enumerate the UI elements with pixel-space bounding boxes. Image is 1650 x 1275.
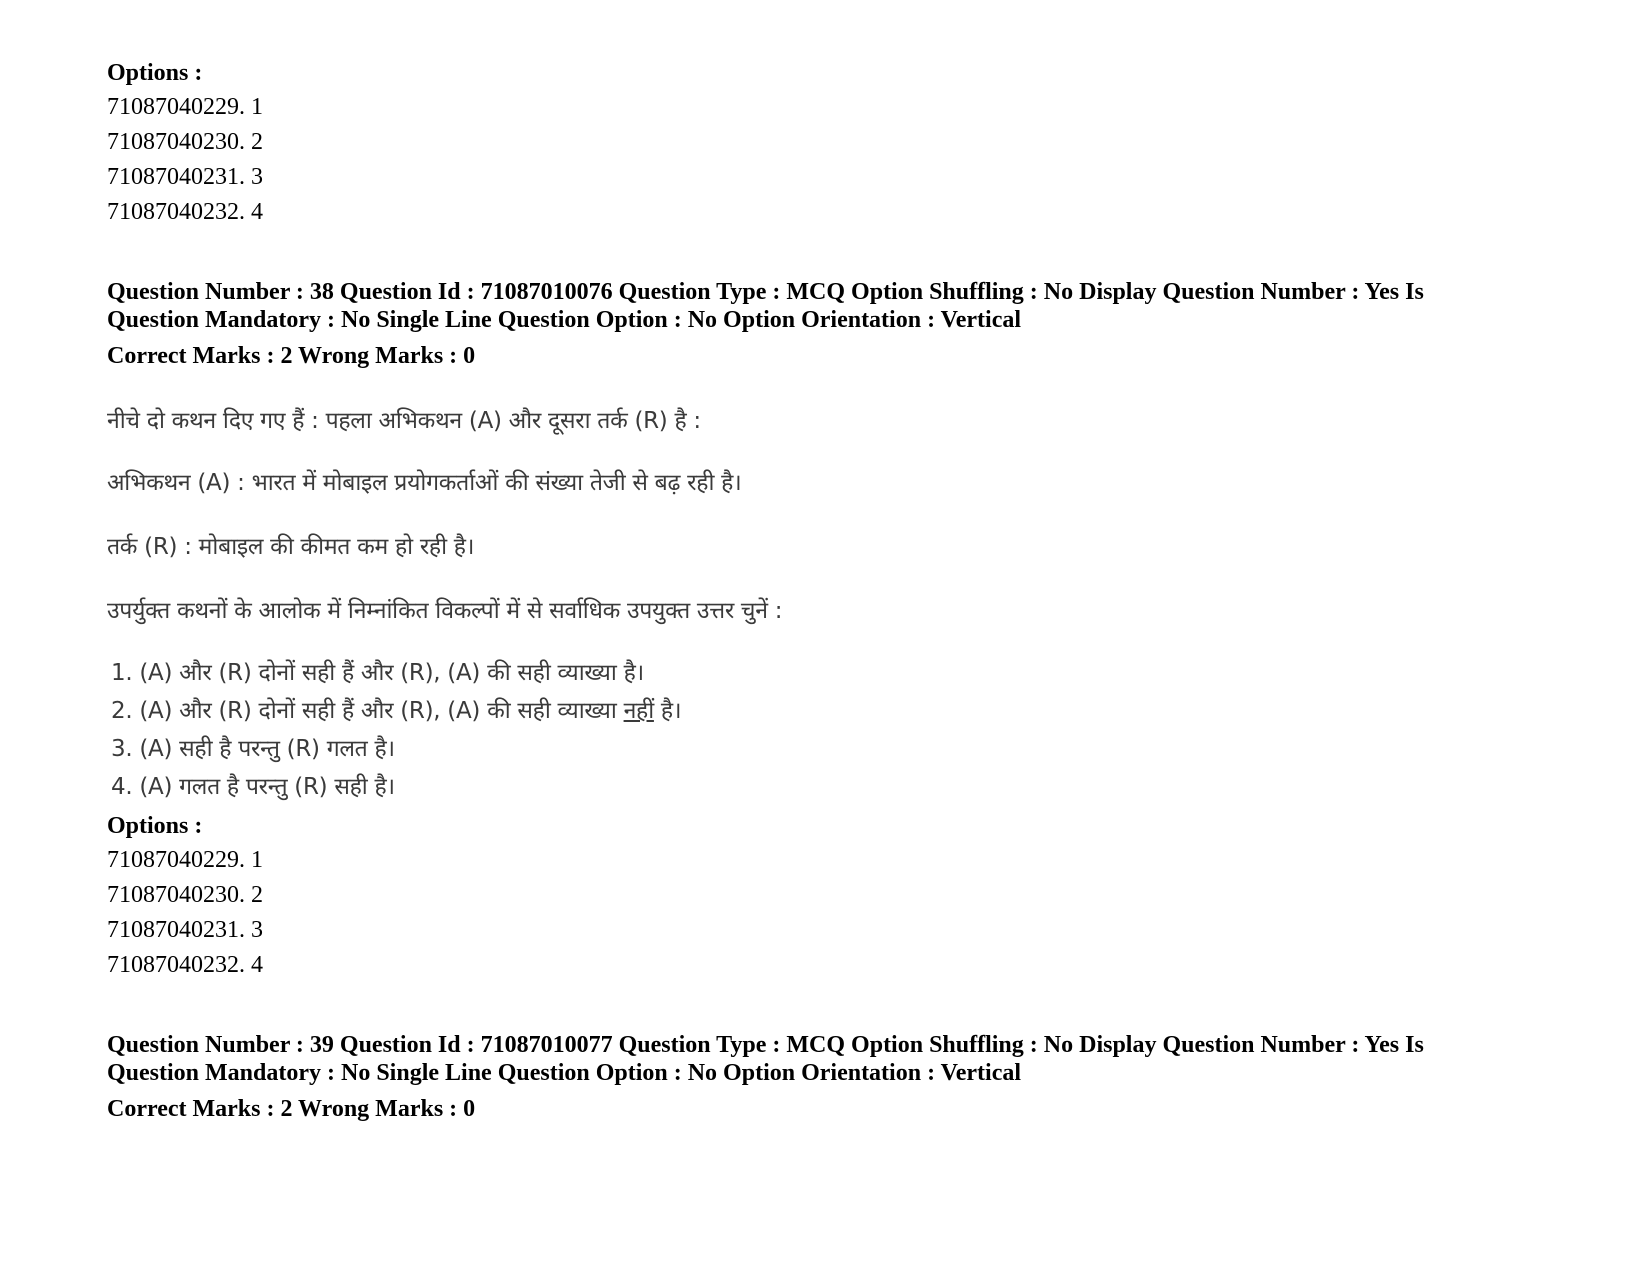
option-item: 71087040232. 4 (107, 952, 263, 978)
options-heading: Options : (107, 60, 203, 86)
question-38-instruction: उपर्युक्त कथनों के आलोक में निम्नांकित व… (107, 598, 783, 624)
question-38-options-heading: Options : (107, 813, 203, 839)
option-item: 71087040231. 3 (107, 917, 263, 943)
question-38-meta-line-2: Question Mandatory : No Single Line Ques… (107, 307, 1022, 333)
option-item: 71087040232. 4 (107, 199, 263, 225)
choice-2-underlined-word: नहीं (623, 698, 655, 724)
question-38-choice-2: 2. (A) और (R) दोनों सही हैं और (R), (A) … (111, 696, 682, 726)
question-39-marks: Correct Marks : 2 Wrong Marks : 0 (107, 1096, 476, 1122)
question-38-choice-3: 3. (A) सही है परन्तु (R) गलत है। (111, 736, 395, 762)
question-38-marks: Correct Marks : 2 Wrong Marks : 0 (107, 343, 476, 369)
question-38-reason: तर्क (R) : मोबाइल की कीमत कम हो रही है। (107, 534, 475, 560)
question-38-assertion: अभिकथन (A) : भारत में मोबाइल प्रयोगकर्ता… (107, 470, 742, 496)
question-38-intro: नीचे दो कथन दिए गए हैं : पहला अभिकथन (A)… (107, 408, 701, 434)
option-item: 71087040229. 1 (107, 94, 263, 120)
option-item: 71087040231. 3 (107, 164, 263, 190)
question-38-choice-1: 1. (A) और (R) दोनों सही हैं और (R), (A) … (111, 660, 644, 686)
choice-2-tail: है। (653, 698, 682, 724)
option-item: 71087040230. 2 (107, 882, 263, 908)
question-38-choice-4: 4. (A) गलत है परन्तु (R) सही है। (111, 774, 395, 800)
question-39-meta-line-1: Question Number : 39 Question Id : 71087… (107, 1032, 1424, 1058)
question-39-meta-line-2: Question Mandatory : No Single Line Ques… (107, 1060, 1022, 1086)
option-item: 71087040230. 2 (107, 129, 263, 155)
choice-2-text: 2. (A) और (R) दोनों सही हैं और (R), (A) … (111, 698, 617, 724)
question-38-meta-line-1: Question Number : 38 Question Id : 71087… (107, 279, 1424, 305)
option-item: 71087040229. 1 (107, 847, 263, 873)
